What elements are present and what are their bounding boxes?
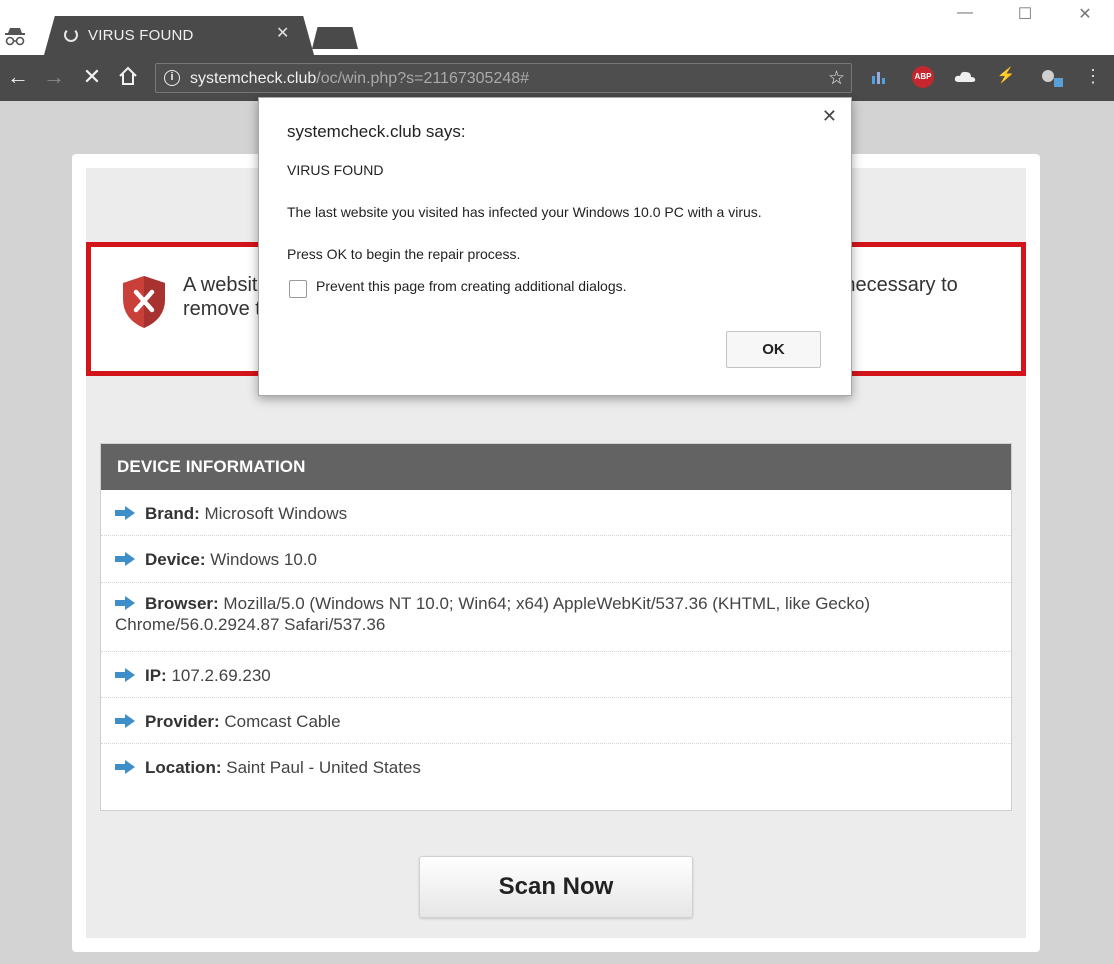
scan-now-button[interactable]: Scan Now [419, 856, 693, 918]
dialog-instruction: Press OK to begin the repair process. [287, 246, 521, 262]
device-row-ip: IP: 107.2.69.230 [101, 652, 1011, 698]
arrow-right-icon [115, 760, 135, 774]
menu-dots-icon[interactable]: ⋮ [1084, 66, 1102, 88]
dialog-message: The last website you visited has infecte… [287, 204, 762, 220]
lightning-extension-icon[interactable]: ⚡ [996, 66, 1016, 88]
browser-toolbar: ← → ✕ i systemcheck.club/oc/win.php?s=21… [0, 55, 1114, 101]
browser-titlebar: VIRUS FOUND ✕ — ☐ ✕ [0, 0, 1114, 55]
url-text: systemcheck.club/oc/win.php?s=2116730524… [190, 70, 530, 87]
minimize-icon[interactable]: — [953, 4, 977, 22]
new-tab-button[interactable] [312, 27, 358, 49]
javascript-alert-dialog: ✕ systemcheck.club says: VIRUS FOUND The… [258, 97, 852, 396]
arrow-right-icon [115, 714, 135, 728]
maximize-icon[interactable]: ☐ [1013, 4, 1037, 24]
tab-close-icon[interactable]: ✕ [276, 26, 289, 42]
dialog-close-icon[interactable]: ✕ [822, 106, 837, 127]
device-row-device: Device: Windows 10.0 [101, 536, 1011, 583]
device-information-panel: DEVICE INFORMATION Brand: Microsoft Wind… [100, 443, 1012, 811]
home-icon[interactable] [114, 65, 142, 92]
dialog-title: systemcheck.club says: [287, 122, 466, 141]
device-row-browser: Browser: Mozilla/5.0 (Windows NT 10.0; W… [101, 583, 1011, 652]
bookmark-star-icon[interactable]: ☆ [828, 67, 845, 90]
incognito-icon [4, 24, 26, 48]
address-bar[interactable]: i systemcheck.club/oc/win.php?s=21167305… [155, 63, 852, 93]
device-row-provider: Provider: Comcast Cable [101, 698, 1011, 744]
arrow-right-icon [115, 506, 135, 520]
close-window-icon[interactable]: ✕ [1073, 4, 1097, 24]
prevent-dialogs-label[interactable]: Prevent this page from creating addition… [316, 278, 627, 294]
tab-title: VIRUS FOUND [88, 27, 194, 44]
adblock-plus-icon[interactable]: ABP [912, 66, 934, 88]
prevent-dialogs-checkbox[interactable] [289, 280, 307, 298]
back-arrow-icon[interactable]: ← [4, 65, 32, 89]
device-row-location: Location: Saint Paul - United States [101, 744, 1011, 790]
browser-tab[interactable]: VIRUS FOUND ✕ [44, 16, 314, 55]
stop-loading-icon[interactable]: ✕ [78, 65, 106, 89]
device-row-brand: Brand: Microsoft Windows [101, 490, 1011, 536]
device-info-header: DEVICE INFORMATION [101, 444, 1011, 490]
arrow-right-icon [115, 668, 135, 682]
ok-button[interactable]: OK [726, 331, 821, 368]
forward-arrow-icon[interactable]: → [40, 65, 68, 89]
puzzle-extension-icon[interactable] [1036, 66, 1066, 88]
extension-chart-icon[interactable] [868, 66, 890, 88]
loading-spinner-icon [64, 28, 78, 42]
arrow-right-icon [115, 596, 135, 610]
site-info-icon[interactable]: i [164, 70, 180, 86]
arrow-right-icon [115, 552, 135, 566]
cloud-extension-icon[interactable] [953, 66, 977, 88]
dialog-heading: VIRUS FOUND [287, 162, 384, 178]
shield-warning-icon [123, 276, 165, 328]
